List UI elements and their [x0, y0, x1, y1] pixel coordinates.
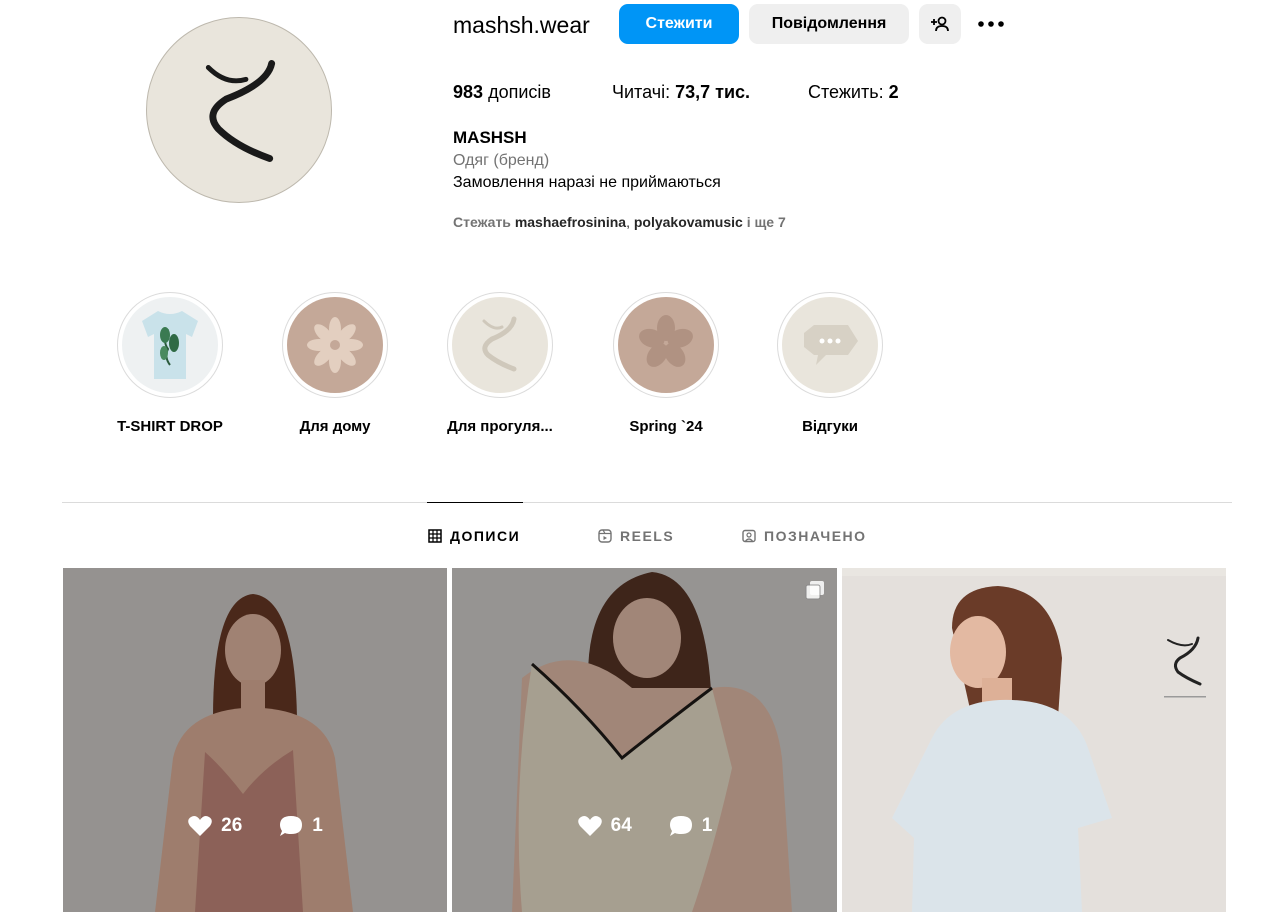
post-hover-overlay: [63, 568, 447, 912]
tab-reels[interactable]: REELS: [598, 526, 674, 546]
add-user-button[interactable]: [919, 4, 961, 44]
reels-icon: [598, 529, 612, 543]
chat-bubble-icon: [782, 297, 878, 393]
add-person-icon: [931, 16, 949, 32]
heart-icon: [577, 816, 602, 836]
post-tile[interactable]: 64 1: [452, 568, 837, 912]
tab-tagged[interactable]: ПОЗНАЧЕНО: [742, 526, 867, 546]
likes-count: 26: [187, 814, 242, 838]
profile-name: MASHSH: [453, 128, 527, 147]
profile-bio: Замовлення наразі не приймаються: [453, 174, 721, 191]
brand-logo: [452, 297, 548, 393]
highlight-cover: [287, 297, 383, 393]
follow-button[interactable]: Стежити: [619, 4, 739, 44]
likes-value: 64: [610, 815, 632, 836]
highlight-cover: [618, 297, 714, 393]
carousel-icon: [805, 581, 824, 600]
highlight-dlya-prohulyanok[interactable]: Для прогуля...: [430, 292, 570, 435]
posts-label: дописів: [488, 82, 551, 102]
profile-category: Одяг (бренд): [453, 152, 550, 169]
tab-label: ДОПИСИ: [450, 528, 521, 544]
following-label: Стежить:: [808, 82, 884, 102]
followed-by-account[interactable]: mashaefrosinina: [515, 214, 626, 230]
comments-count: 1: [278, 814, 323, 838]
flower-icon: [618, 297, 714, 393]
active-tab-indicator: [427, 502, 523, 503]
following-count: 2: [888, 82, 899, 102]
highlight-ring: [777, 292, 883, 398]
highlight-spring-24[interactable]: Spring `24: [596, 292, 736, 435]
likes-value: 26: [221, 815, 243, 836]
comment-icon: [280, 816, 303, 836]
post-photo: [842, 568, 1226, 912]
highlight-label: T-SHIRT DROP: [117, 418, 223, 435]
tab-label: REELS: [620, 528, 675, 544]
brand-logo: [205, 60, 276, 162]
profile-avatar[interactable]: [146, 17, 332, 203]
posts-count: 983: [453, 82, 484, 102]
post-tile[interactable]: [842, 568, 1226, 912]
highlight-label: Відгуки: [802, 418, 858, 435]
followers-label: Читачі:: [612, 82, 671, 102]
followers-count: 73,7 тис.: [675, 82, 751, 102]
heart-icon: [188, 816, 212, 836]
flower-icon: [287, 297, 383, 393]
grid-icon: [428, 529, 442, 543]
tabs-divider: [62, 502, 1232, 503]
followed-by-prefix: Стежать: [453, 214, 511, 230]
post-tile[interactable]: 26 1: [63, 568, 447, 912]
comments-value: 1: [312, 815, 323, 836]
comment-icon: [669, 816, 692, 836]
followed-by-account[interactable]: polyakovamusic: [634, 214, 743, 230]
highlight-label: Для прогуля...: [447, 418, 553, 435]
tagged-icon: [742, 529, 756, 543]
tab-label: ПОЗНАЧЕНО: [764, 528, 867, 544]
post-hover-overlay: [452, 568, 837, 912]
highlight-ring: [447, 292, 553, 398]
followed-by-separator: ,: [626, 214, 630, 230]
followed-by[interactable]: Стежать mashaefrosinina, polyakovamusic …: [453, 213, 786, 231]
ellipsis-icon: [978, 21, 1004, 27]
likes-count: 64: [577, 814, 632, 838]
message-button[interactable]: Повідомлення: [749, 4, 909, 44]
t-shirt-image: [122, 297, 218, 393]
followers-stat[interactable]: Читачі: 73,7 тис.: [612, 80, 750, 104]
post-stats: 26 1: [63, 814, 447, 838]
highlight-cover: [452, 297, 548, 393]
highlight-cover: [782, 297, 878, 393]
post-stats: 64 1: [452, 814, 837, 838]
highlight-label: Для дому: [299, 418, 371, 435]
tab-posts[interactable]: ДОПИСИ: [428, 526, 520, 546]
comments-count: 1: [668, 814, 713, 838]
highlight-ring: [282, 292, 388, 398]
highlight-label: Spring `24: [629, 418, 703, 435]
highlight-t-shirt-drop[interactable]: T-SHIRT DROP: [100, 292, 240, 435]
following-stat[interactable]: Стежить: 2: [808, 80, 899, 104]
highlight-ring: [117, 292, 223, 398]
highlight-vidhuky[interactable]: Відгуки: [760, 292, 900, 435]
highlight-cover: [122, 297, 218, 393]
posts-stat: 983 дописів: [453, 80, 551, 104]
highlight-ring: [613, 292, 719, 398]
comments-value: 1: [701, 815, 713, 836]
highlight-dlya-domu[interactable]: Для дому: [265, 292, 405, 435]
followed-by-suffix[interactable]: і ще 7: [747, 214, 786, 230]
more-options-button[interactable]: [971, 4, 1011, 44]
profile-username: mashsh.wear: [453, 12, 590, 38]
